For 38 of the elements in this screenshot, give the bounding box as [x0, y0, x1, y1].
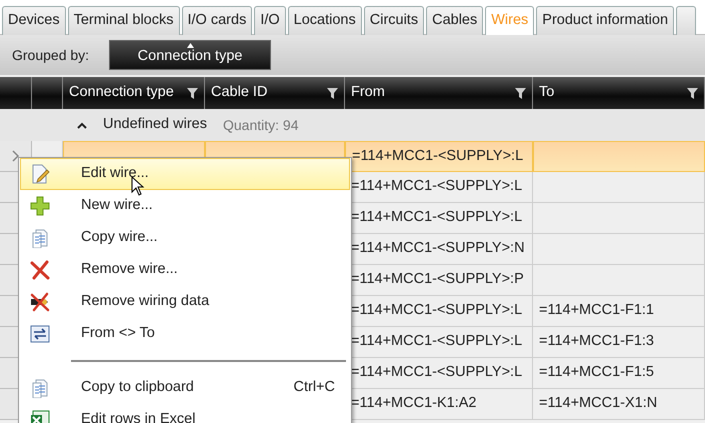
- tab[interactable]: Terminal blocks: [68, 6, 180, 35]
- column-header[interactable]: Connection type: [69, 82, 174, 104]
- filter-icon[interactable]: [327, 88, 338, 98]
- column-header[interactable]: From: [351, 82, 385, 104]
- shortcut-label: Ctrl+C: [294, 378, 335, 398]
- clipboard-icon: [30, 378, 50, 398]
- copy-icon: [30, 228, 50, 248]
- column-header[interactable]: To: [539, 82, 554, 104]
- remove-wiring-icon: [30, 292, 50, 312]
- swap-icon: [30, 324, 50, 344]
- table-cell: =114+MCC1-X1:N: [533, 389, 705, 420]
- column-header[interactable]: Cable ID: [211, 82, 268, 104]
- grouped-by-label: Grouped by:: [12, 46, 90, 65]
- sort-icon: [187, 43, 194, 48]
- remove-icon: [30, 260, 50, 280]
- filter-icon[interactable]: [187, 88, 198, 98]
- cursor-icon: [131, 176, 145, 196]
- table-cell: =114+MCC1-<SUPPLY>:L: [345, 141, 533, 172]
- filter-icon[interactable]: [515, 88, 526, 98]
- tab[interactable]: Circuits: [364, 6, 424, 35]
- group-count: Quantity: 94: [222, 116, 298, 135]
- tab[interactable]: [676, 6, 696, 35]
- caret-icon[interactable]: [77, 122, 87, 128]
- edit-icon: [30, 164, 50, 184]
- table-cell: =114+MCC1-F1:1: [533, 296, 705, 327]
- tab[interactable]: Cables: [426, 6, 484, 35]
- group-label: Undefined wires: [103, 115, 207, 134]
- tab[interactable]: I/O cards: [182, 6, 252, 35]
- tab[interactable]: Product information: [536, 6, 674, 35]
- table-cell: =114+MCC1-F1:5: [533, 358, 705, 389]
- tab[interactable]: Locations: [288, 6, 362, 35]
- menu-item[interactable]: Edit wire...: [20, 158, 350, 190]
- table-cell: =114+MCC1-F1:3: [533, 327, 705, 358]
- tab[interactable]: I/O: [254, 6, 286, 35]
- plus-icon: [30, 196, 50, 216]
- tab[interactable]: Devices: [2, 6, 66, 35]
- group-button[interactable]: Connection type: [109, 40, 272, 70]
- filter-icon[interactable]: [687, 88, 698, 98]
